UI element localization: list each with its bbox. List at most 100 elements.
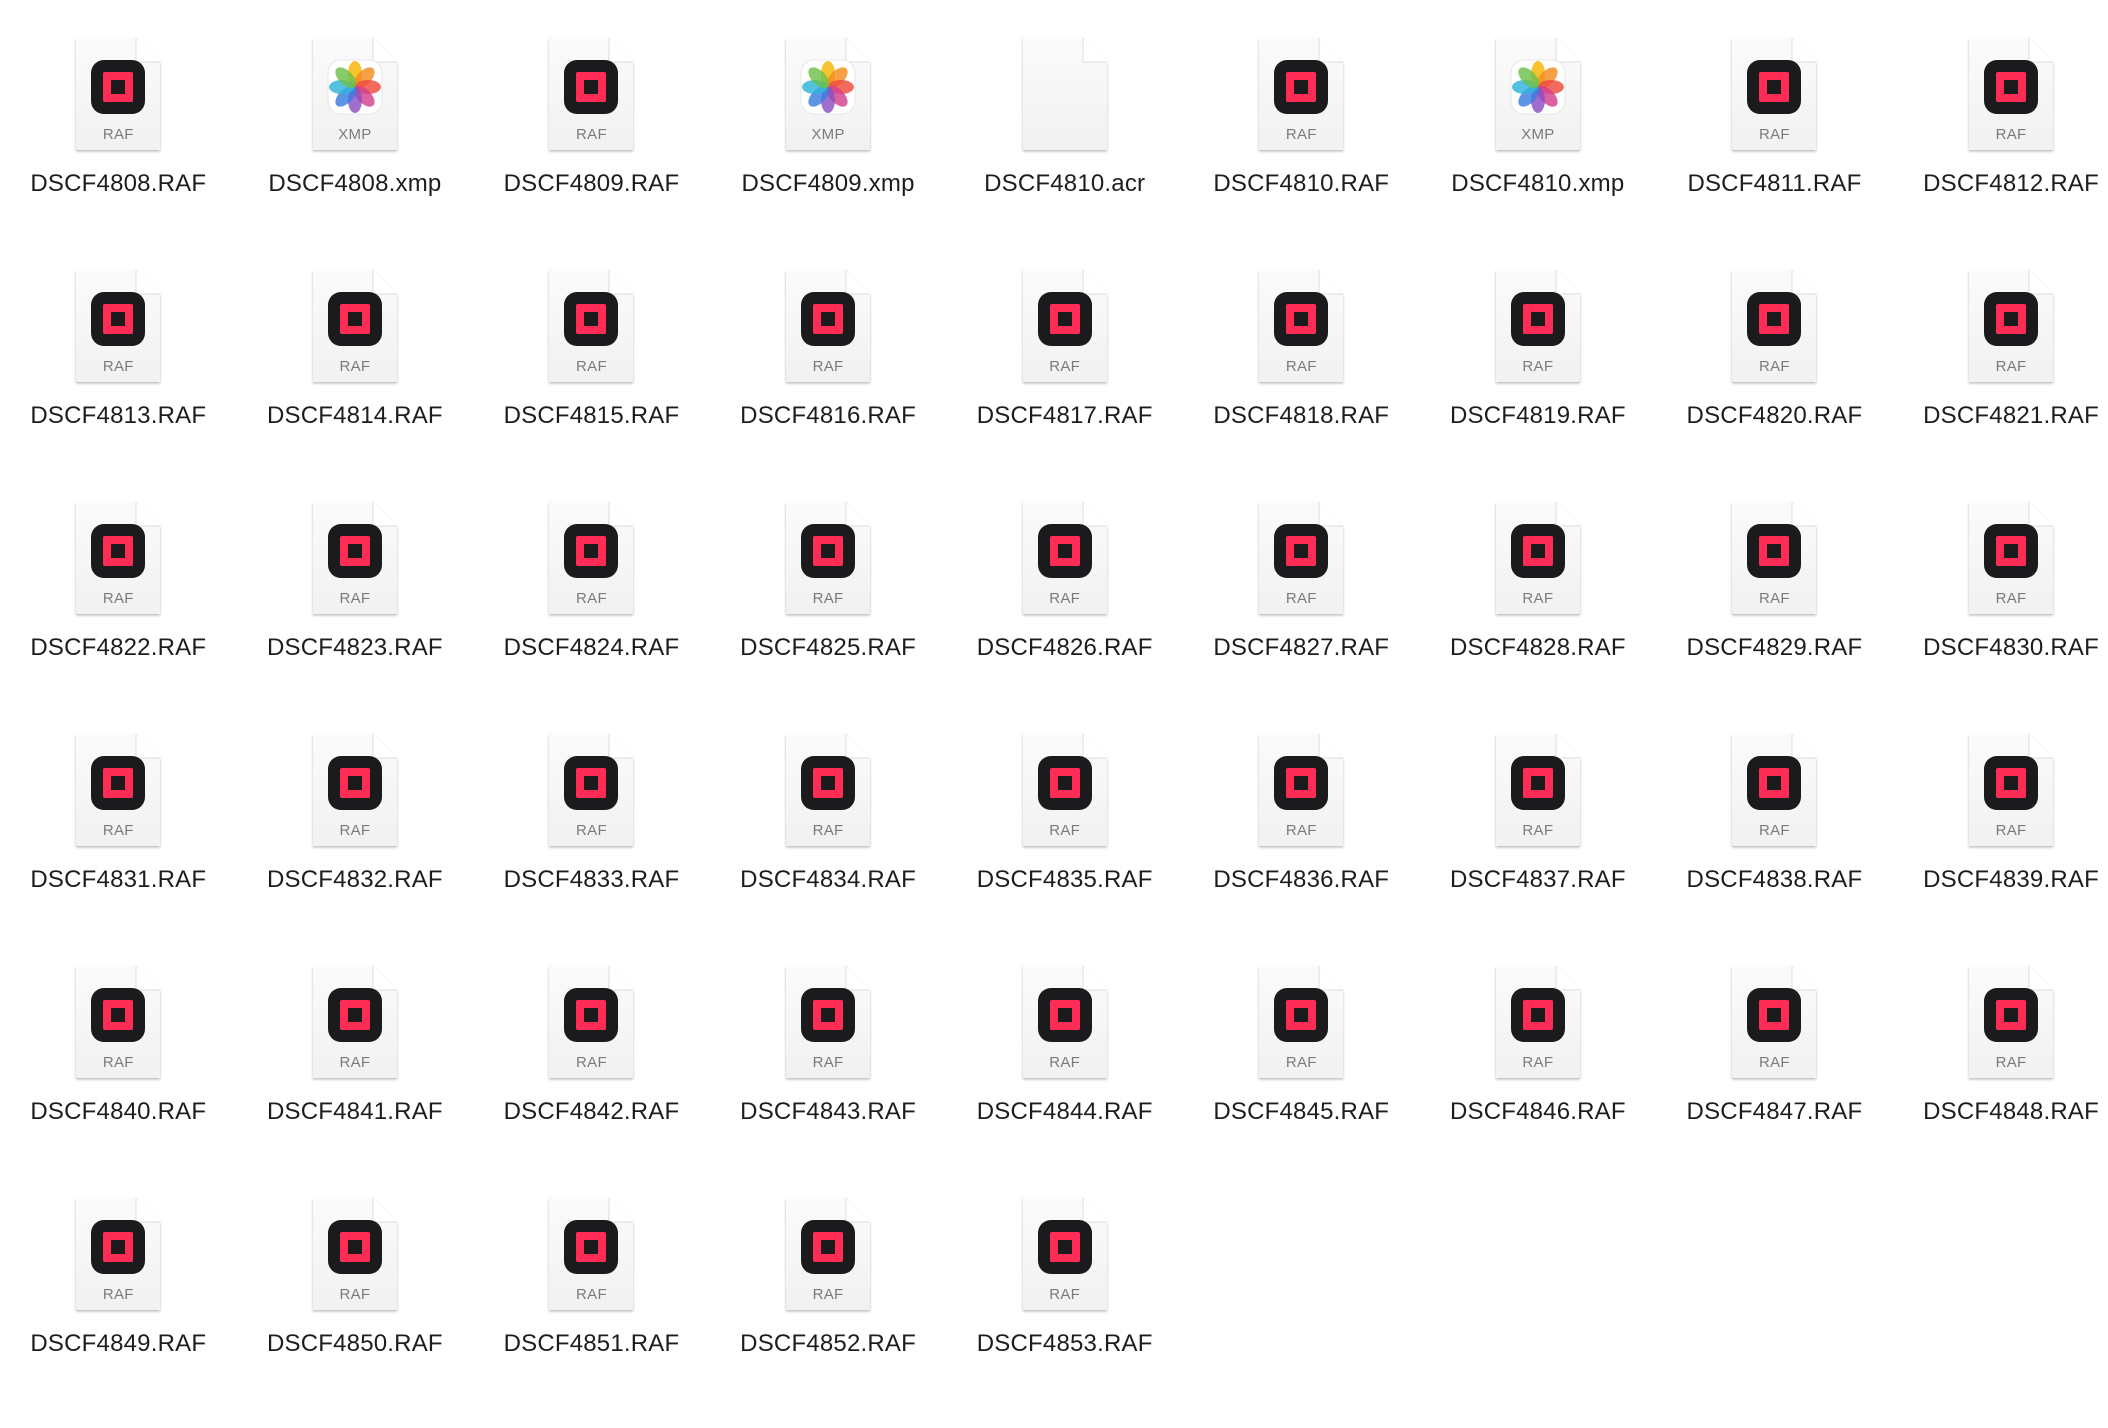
file-name-label[interactable]: DSCF4815.RAF <box>504 402 680 430</box>
photos-xmp-file-icon[interactable]: XMP <box>1494 36 1582 152</box>
file-item[interactable]: RAF DSCF4831.RAF <box>0 732 237 964</box>
file-item[interactable]: RAF DSCF4851.RAF <box>473 1196 710 1428</box>
file-name-label[interactable]: DSCF4824.RAF <box>504 634 680 662</box>
raf-file-icon[interactable]: RAF <box>1494 268 1582 384</box>
file-item[interactable]: XMP DSCF4810.xmp <box>1420 36 1657 268</box>
file-name-label[interactable]: DSCF4822.RAF <box>30 634 206 662</box>
raf-file-icon[interactable]: RAF <box>547 964 635 1080</box>
file-name-label[interactable]: DSCF4844.RAF <box>977 1098 1153 1126</box>
file-item[interactable]: RAF DSCF4836.RAF <box>1183 732 1420 964</box>
raf-file-icon[interactable]: RAF <box>74 268 162 384</box>
file-name-label[interactable]: DSCF4850.RAF <box>267 1330 443 1358</box>
file-item[interactable]: RAF DSCF4826.RAF <box>946 500 1183 732</box>
file-item[interactable]: RAF DSCF4838.RAF <box>1656 732 1893 964</box>
raf-file-icon[interactable]: RAF <box>311 268 399 384</box>
raf-file-icon[interactable]: RAF <box>1257 964 1345 1080</box>
file-item[interactable]: RAF DSCF4813.RAF <box>0 268 237 500</box>
file-item[interactable]: RAF DSCF4833.RAF <box>473 732 710 964</box>
raf-file-icon[interactable]: RAF <box>311 500 399 616</box>
file-item[interactable]: RAF DSCF4848.RAF <box>1893 964 2108 1196</box>
file-name-label[interactable]: DSCF4829.RAF <box>1687 634 1863 662</box>
file-item[interactable]: DSCF4810.acr <box>946 36 1183 268</box>
file-item[interactable]: RAF DSCF4830.RAF <box>1893 500 2108 732</box>
file-item[interactable]: RAF DSCF4846.RAF <box>1420 964 1657 1196</box>
file-name-label[interactable]: DSCF4851.RAF <box>504 1330 680 1358</box>
file-item[interactable]: RAF DSCF4819.RAF <box>1420 268 1657 500</box>
file-name-label[interactable]: DSCF4838.RAF <box>1687 866 1863 894</box>
file-name-label[interactable]: DSCF4830.RAF <box>1923 634 2099 662</box>
file-item[interactable]: RAF DSCF4823.RAF <box>237 500 474 732</box>
raf-file-icon[interactable]: RAF <box>1730 732 1818 848</box>
raf-file-icon[interactable]: RAF <box>1967 268 2055 384</box>
file-name-label[interactable]: DSCF4810.acr <box>984 170 1145 198</box>
file-item[interactable]: RAF DSCF4808.RAF <box>0 36 237 268</box>
file-item[interactable]: RAF DSCF4825.RAF <box>710 500 947 732</box>
file-name-label[interactable]: DSCF4846.RAF <box>1450 1098 1626 1126</box>
file-item[interactable]: RAF DSCF4839.RAF <box>1893 732 2108 964</box>
raf-file-icon[interactable]: RAF <box>74 732 162 848</box>
file-item[interactable]: RAF DSCF4849.RAF <box>0 1196 237 1428</box>
photos-xmp-file-icon[interactable]: XMP <box>311 36 399 152</box>
raf-file-icon[interactable]: RAF <box>1730 36 1818 152</box>
raf-file-icon[interactable]: RAF <box>784 964 872 1080</box>
file-name-label[interactable]: DSCF4852.RAF <box>740 1330 916 1358</box>
raf-file-icon[interactable]: RAF <box>311 964 399 1080</box>
file-name-label[interactable]: DSCF4845.RAF <box>1213 1098 1389 1126</box>
raf-file-icon[interactable]: RAF <box>1730 500 1818 616</box>
file-item[interactable]: RAF DSCF4853.RAF <box>946 1196 1183 1428</box>
file-name-label[interactable]: DSCF4827.RAF <box>1213 634 1389 662</box>
file-item[interactable]: RAF DSCF4832.RAF <box>237 732 474 964</box>
raf-file-icon[interactable]: RAF <box>1494 732 1582 848</box>
file-item[interactable]: RAF DSCF4814.RAF <box>237 268 474 500</box>
file-item[interactable]: RAF DSCF4827.RAF <box>1183 500 1420 732</box>
file-name-label[interactable]: DSCF4813.RAF <box>30 402 206 430</box>
file-item[interactable]: RAF DSCF4828.RAF <box>1420 500 1657 732</box>
photos-xmp-file-icon[interactable]: XMP <box>784 36 872 152</box>
file-name-label[interactable]: DSCF4841.RAF <box>267 1098 443 1126</box>
file-name-label[interactable]: DSCF4812.RAF <box>1923 170 2099 198</box>
file-item[interactable]: RAF DSCF4822.RAF <box>0 500 237 732</box>
file-name-label[interactable]: DSCF4816.RAF <box>740 402 916 430</box>
file-name-label[interactable]: DSCF4828.RAF <box>1450 634 1626 662</box>
raf-file-icon[interactable]: RAF <box>1967 964 2055 1080</box>
raf-file-icon[interactable]: RAF <box>74 500 162 616</box>
raf-file-icon[interactable]: RAF <box>1967 732 2055 848</box>
file-name-label[interactable]: DSCF4834.RAF <box>740 866 916 894</box>
raf-file-icon[interactable]: RAF <box>1257 500 1345 616</box>
file-name-label[interactable]: DSCF4837.RAF <box>1450 866 1626 894</box>
file-name-label[interactable]: DSCF4848.RAF <box>1923 1098 2099 1126</box>
file-item[interactable]: RAF DSCF4829.RAF <box>1656 500 1893 732</box>
file-item[interactable]: RAF DSCF4810.RAF <box>1183 36 1420 268</box>
file-item[interactable]: RAF DSCF4837.RAF <box>1420 732 1657 964</box>
raf-file-icon[interactable]: RAF <box>311 732 399 848</box>
raf-file-icon[interactable]: RAF <box>547 732 635 848</box>
file-name-label[interactable]: DSCF4819.RAF <box>1450 402 1626 430</box>
file-item[interactable]: RAF DSCF4844.RAF <box>946 964 1183 1196</box>
file-item[interactable]: XMP DSCF4809.xmp <box>710 36 947 268</box>
generic-document-icon[interactable] <box>1021 36 1109 152</box>
raf-file-icon[interactable]: RAF <box>1967 500 2055 616</box>
raf-file-icon[interactable]: RAF <box>74 36 162 152</box>
file-name-label[interactable]: DSCF4842.RAF <box>504 1098 680 1126</box>
raf-file-icon[interactable]: RAF <box>784 500 872 616</box>
file-name-label[interactable]: DSCF4825.RAF <box>740 634 916 662</box>
raf-file-icon[interactable]: RAF <box>547 268 635 384</box>
raf-file-icon[interactable]: RAF <box>547 1196 635 1312</box>
raf-file-icon[interactable]: RAF <box>1257 36 1345 152</box>
raf-file-icon[interactable]: RAF <box>547 500 635 616</box>
raf-file-icon[interactable]: RAF <box>1494 500 1582 616</box>
raf-file-icon[interactable]: RAF <box>1257 732 1345 848</box>
file-item[interactable]: RAF DSCF4817.RAF <box>946 268 1183 500</box>
raf-file-icon[interactable]: RAF <box>1021 732 1109 848</box>
file-item[interactable]: RAF DSCF4818.RAF <box>1183 268 1420 500</box>
raf-file-icon[interactable]: RAF <box>547 36 635 152</box>
raf-file-icon[interactable]: RAF <box>1021 500 1109 616</box>
file-name-label[interactable]: DSCF4811.RAF <box>1687 170 1861 198</box>
file-name-label[interactable]: DSCF4810.RAF <box>1213 170 1389 198</box>
raf-file-icon[interactable]: RAF <box>784 1196 872 1312</box>
file-name-label[interactable]: DSCF4817.RAF <box>977 402 1153 430</box>
raf-file-icon[interactable]: RAF <box>1021 964 1109 1080</box>
file-item[interactable]: RAF DSCF4842.RAF <box>473 964 710 1196</box>
raf-file-icon[interactable]: RAF <box>1021 268 1109 384</box>
file-item[interactable]: RAF DSCF4840.RAF <box>0 964 237 1196</box>
